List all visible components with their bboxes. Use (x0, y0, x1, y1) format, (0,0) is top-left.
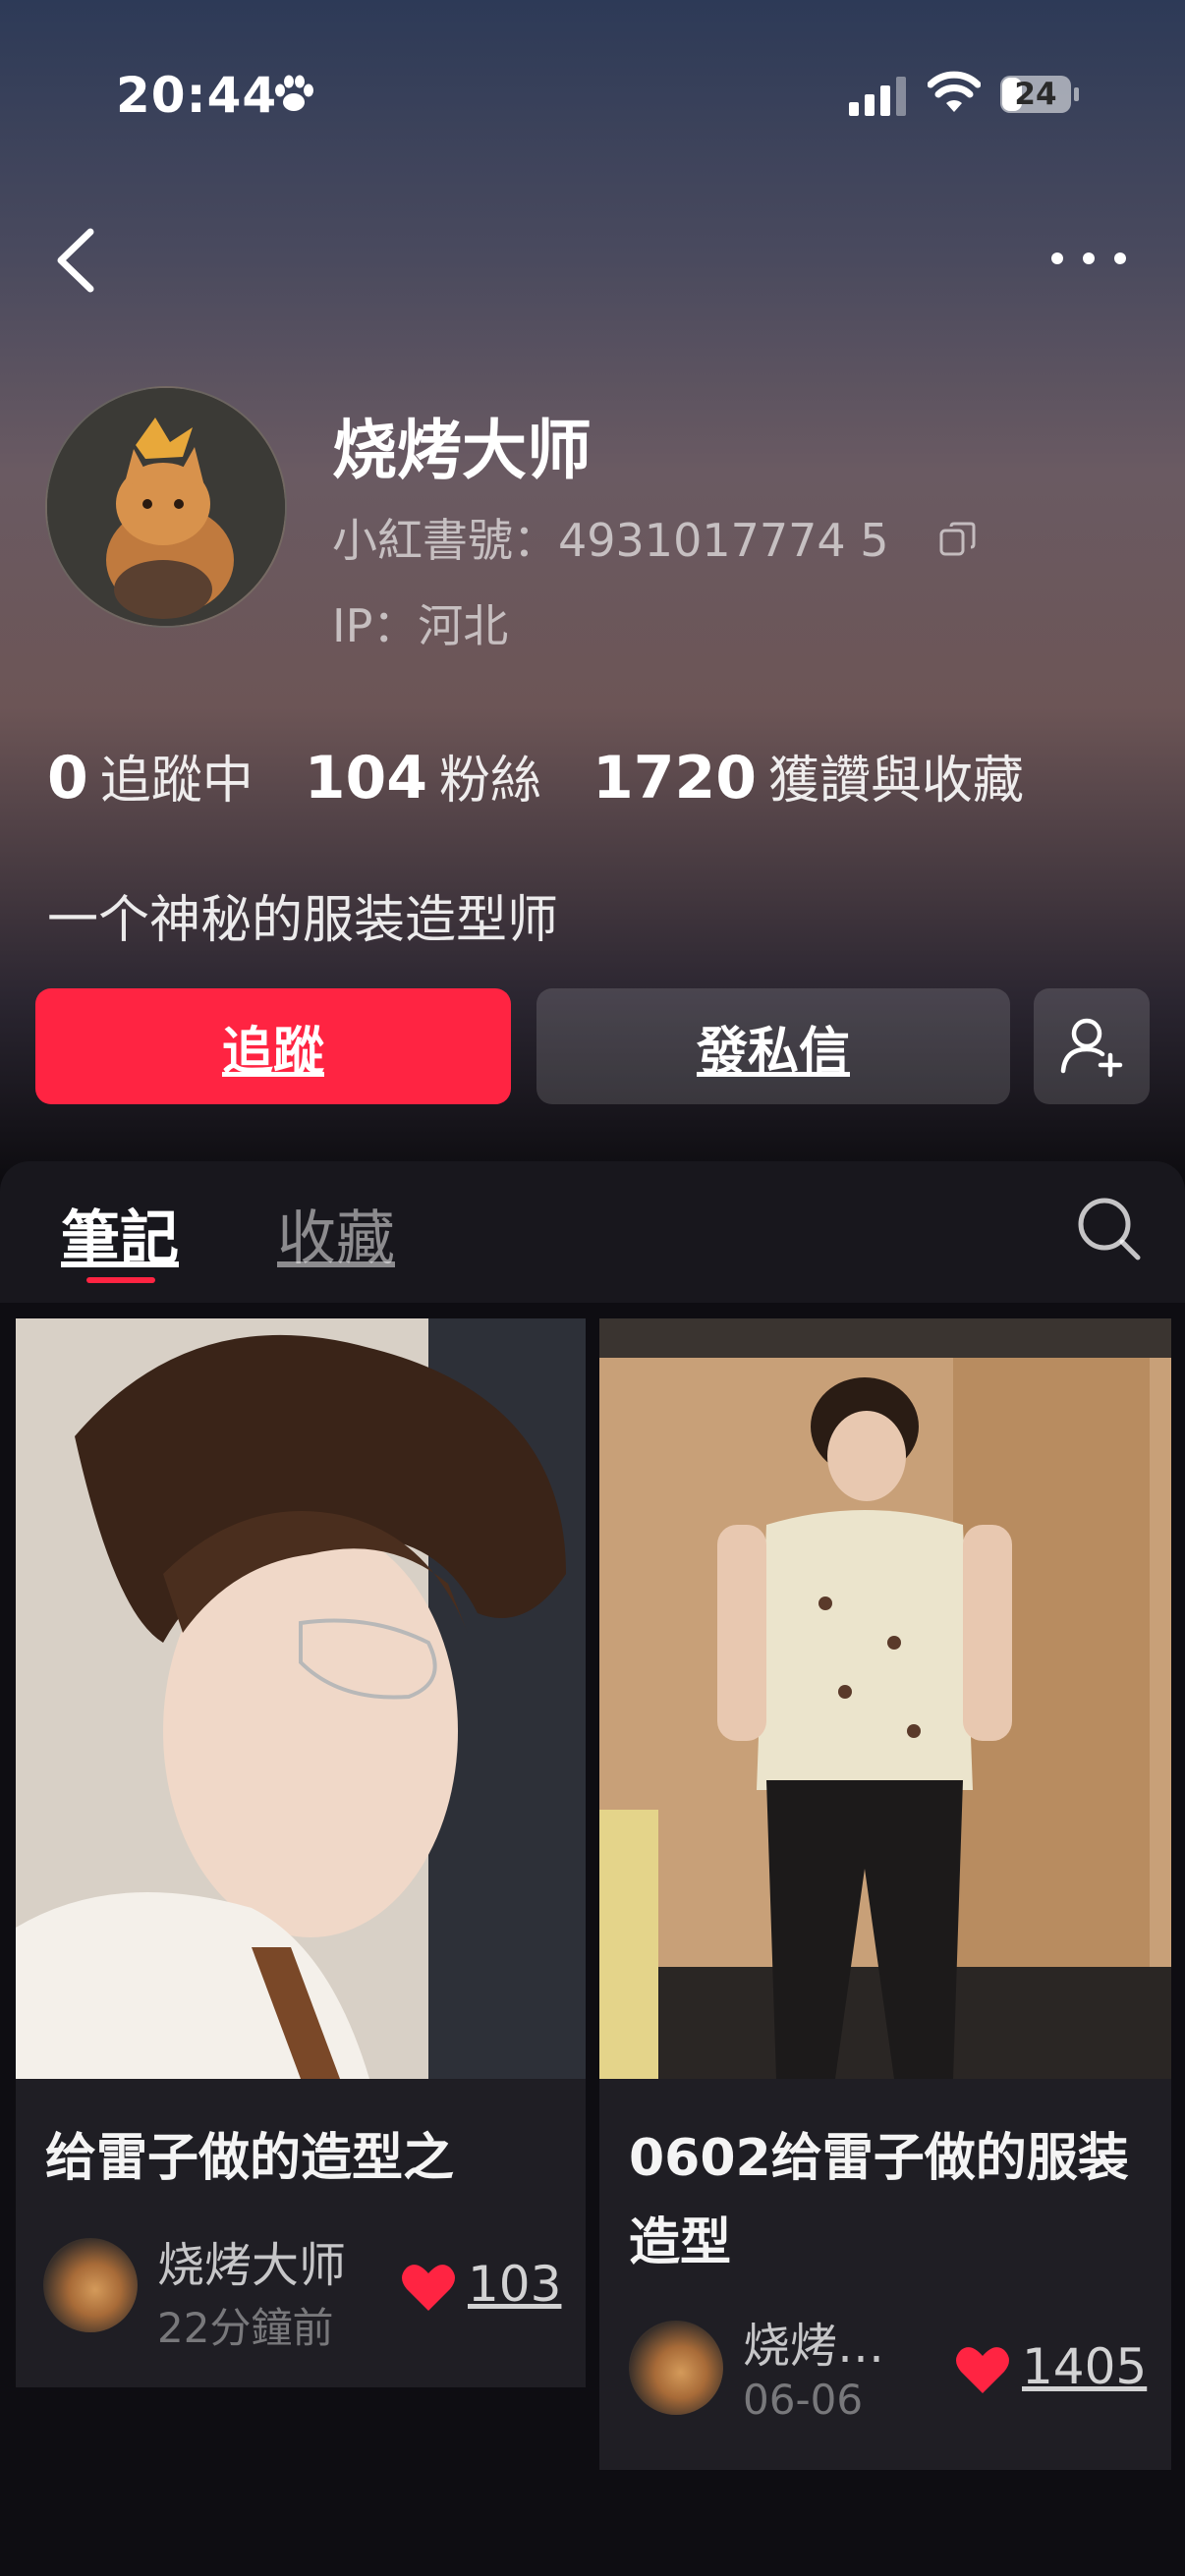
message-button[interactable]: 發私信 (536, 988, 1010, 1104)
heart-icon[interactable] (955, 2344, 1010, 2395)
post-time: 22分鐘前 (157, 2304, 334, 2352)
note-cover-image[interactable] (16, 1318, 586, 2079)
note-card[interactable]: 给雷子做的造型之 烧烤大师 22分鐘前 103 (16, 1318, 586, 2387)
heart-icon[interactable] (401, 2262, 456, 2313)
add-user-icon (1060, 1018, 1123, 1078)
stat-following-value: 0 (47, 744, 88, 812)
cellular-signal-icon (849, 77, 906, 116)
tab-notes[interactable]: 筆記 (61, 1191, 179, 1276)
stat-following[interactable]: 0 追蹤中 (47, 739, 254, 812)
stat-followers-value: 104 (304, 744, 428, 812)
note-title[interactable]: 0602给雷子做的服装造型 (629, 2116, 1150, 2285)
stat-likes-saves[interactable]: 1720 獲讚與收藏 (592, 739, 1024, 812)
stat-likes-label: 獲讚與收藏 (768, 752, 1025, 811)
search-icon[interactable] (1073, 1193, 1144, 1263)
more-dots-icon[interactable] (1042, 234, 1136, 283)
cat-avatar-icon (47, 388, 285, 626)
author-name[interactable]: 烧烤… (743, 2307, 884, 2376)
follow-button[interactable]: 追蹤 (35, 988, 511, 1104)
tab-saved[interactable]: 收藏 (277, 1191, 395, 1276)
post-time: 06-06 (743, 2376, 864, 2424)
status-bar: 20:44 24 (0, 0, 1185, 193)
tab-active-indicator (86, 1277, 155, 1283)
like-count: 103 (468, 2256, 562, 2313)
profile-avatar[interactable] (45, 386, 287, 628)
stat-likes-value: 1720 (592, 744, 758, 812)
stat-followers[interactable]: 104 粉絲 (305, 739, 541, 812)
battery-level: 24 (1014, 77, 1057, 112)
author-avatar[interactable] (629, 2321, 723, 2415)
chevron-left-icon[interactable] (39, 216, 108, 305)
stat-followers-label: 粉絲 (439, 752, 542, 811)
fashion-photo-image (599, 1318, 1171, 2079)
like-count: 1405 (1022, 2338, 1148, 2395)
copy-icon[interactable] (937, 519, 979, 560)
stat-following-label: 追蹤中 (99, 752, 254, 811)
profile-ip-location: IP：河北 (332, 599, 509, 652)
paw-icon (275, 75, 313, 111)
profile-name: 烧烤大师 (332, 413, 592, 488)
profile-stats: 0 追蹤中 104 粉絲 1720 獲讚與收藏 (47, 739, 1075, 817)
note-cover-image[interactable] (599, 1318, 1171, 2079)
profile-id: 小紅書號：4931017774 5 (332, 514, 889, 567)
profile-bio: 一个神秘的服装造型师 (47, 891, 559, 950)
portrait-photo-image (16, 1318, 586, 2079)
note-title[interactable]: 给雷子做的造型之 (45, 2116, 566, 2201)
add-friend-button[interactable] (1034, 988, 1150, 1104)
wifi-icon (928, 71, 981, 112)
note-card[interactable]: 0602给雷子做的服装造型 烧烤… 06-06 1405 (599, 1318, 1171, 2470)
author-name[interactable]: 烧烤大师 (157, 2226, 346, 2295)
status-time: 20:44 (116, 67, 278, 124)
author-avatar[interactable] (43, 2238, 138, 2332)
